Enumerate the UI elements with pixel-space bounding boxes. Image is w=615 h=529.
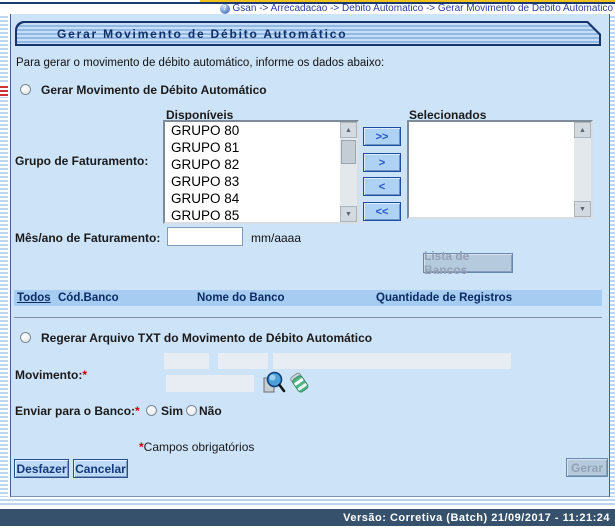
bank-table-col-name: Nome do Banco [197, 292, 285, 304]
bottom-decorative-strip [0, 497, 615, 507]
remove-all-button[interactable]: << [363, 202, 401, 221]
bank-table-col-code: Cód.Banco [58, 292, 119, 304]
required-note-text: Campos obrigatórios [143, 440, 255, 454]
movement-label-text: Movimento: [15, 368, 83, 382]
list-item[interactable]: GRUPO 82 [171, 156, 338, 173]
send-no-label[interactable]: Não [199, 404, 222, 418]
left-strip-red-accent [0, 84, 8, 97]
page-title-bar: Gerar Movimento de Débito Automático [15, 21, 601, 46]
eraser-icon[interactable] [288, 371, 311, 395]
add-all-button[interactable]: >> [363, 127, 401, 146]
instruction-text: Para gerar o movimento de débito automát… [16, 57, 385, 69]
send-no-radio[interactable] [186, 405, 197, 416]
scroll-down-icon[interactable]: ▼ [340, 206, 357, 222]
selected-scrollbar[interactable]: ▲ ▼ [574, 122, 591, 217]
bank-table-select-all-link[interactable]: Todos [17, 292, 51, 304]
content-panel: Gerar Movimento de Débito Automático Par… [10, 14, 610, 497]
list-item[interactable]: GRUPO 83 [171, 173, 338, 190]
regenerate-option-label[interactable]: Regerar Arquivo TXT do Movimento de Débi… [41, 331, 372, 345]
billing-group-label: Grupo de Faturamento: [15, 154, 149, 168]
movement-label: Movimento:* [15, 368, 87, 382]
available-groups-listbox[interactable]: GRUPO 80 GRUPO 81 GRUPO 82 GRUPO 83 GRUP… [163, 120, 359, 224]
page-title-bar-stripes: Gerar Movimento de Débito Automático [17, 23, 599, 44]
send-yes-label[interactable]: Sim [161, 404, 183, 418]
list-item[interactable]: GRUPO 81 [171, 139, 338, 156]
cancel-button[interactable]: Cancelar [73, 459, 128, 478]
list-item[interactable]: GRUPO 85 [171, 207, 338, 222]
right-decorative-strip [610, 14, 615, 498]
generate-option-label[interactable]: Gerar Movimento de Débito Automático [41, 83, 267, 97]
available-scrollbar[interactable]: ▲ ▼ [340, 122, 357, 222]
scroll-up-icon[interactable]: ▲ [340, 122, 357, 138]
send-to-bank-label: Enviar para o Banco:* [15, 404, 140, 418]
section-separator [14, 317, 602, 318]
month-year-label: Mês/ano de Faturamento: [15, 231, 161, 245]
available-groups-items: GRUPO 80 GRUPO 81 GRUPO 82 GRUPO 83 GRUP… [167, 122, 338, 222]
bank-table-col-qty: Quantidade de Registros [376, 292, 513, 304]
scroll-up-icon[interactable]: ▲ [574, 122, 591, 138]
send-to-bank-label-text: Enviar para o Banco: [15, 404, 136, 418]
send-yes-radio[interactable] [146, 405, 157, 416]
month-year-input[interactable] [167, 227, 243, 246]
movement-field-2 [218, 353, 268, 369]
bank-table-header: Todos Cód.Banco Nome do Banco Quantidade… [14, 290, 602, 306]
generate-option-radio[interactable] [20, 84, 31, 95]
send-to-bank-required-mark: * [135, 404, 140, 418]
generate-button[interactable]: Gerar [566, 458, 608, 477]
add-button[interactable]: > [363, 153, 401, 172]
undo-button[interactable]: Desfazer [14, 459, 69, 478]
selected-groups-listbox[interactable]: ▲ ▼ [407, 120, 593, 219]
list-item[interactable]: GRUPO 80 [171, 122, 338, 139]
breadcrumb: ? Gsan -> Arrecadacao -> Debito Automati… [219, 3, 613, 14]
help-icon[interactable]: ? [219, 3, 230, 14]
version-text: Versão: Corretiva (Batch) 21/09/2017 - 1… [343, 511, 610, 524]
movement-field-3 [273, 353, 511, 369]
page-title: Gerar Movimento de Débito Automático [57, 26, 348, 41]
remove-button[interactable]: < [363, 177, 401, 196]
bank-list-button[interactable]: Lista de Bancos [423, 249, 513, 277]
footer-bar: Versão: Corretiva (Batch) 21/09/2017 - 1… [0, 509, 615, 526]
scroll-down-icon[interactable]: ▼ [574, 201, 591, 217]
movement-required-mark: * [82, 368, 88, 382]
required-fields-note: *Campos obrigatórios [139, 440, 254, 454]
movement-field-1 [164, 353, 209, 369]
regenerate-option-radio[interactable] [20, 332, 31, 343]
scrollbar-thumb[interactable] [341, 140, 356, 164]
breadcrumb-text[interactable]: Gsan -> Arrecadacao -> Debito Automatico… [233, 3, 613, 14]
search-icon[interactable] [261, 370, 286, 395]
movement-code-field [166, 375, 254, 392]
month-year-format-hint: mm/aaaa [251, 231, 302, 245]
list-item[interactable]: GRUPO 84 [171, 190, 338, 207]
